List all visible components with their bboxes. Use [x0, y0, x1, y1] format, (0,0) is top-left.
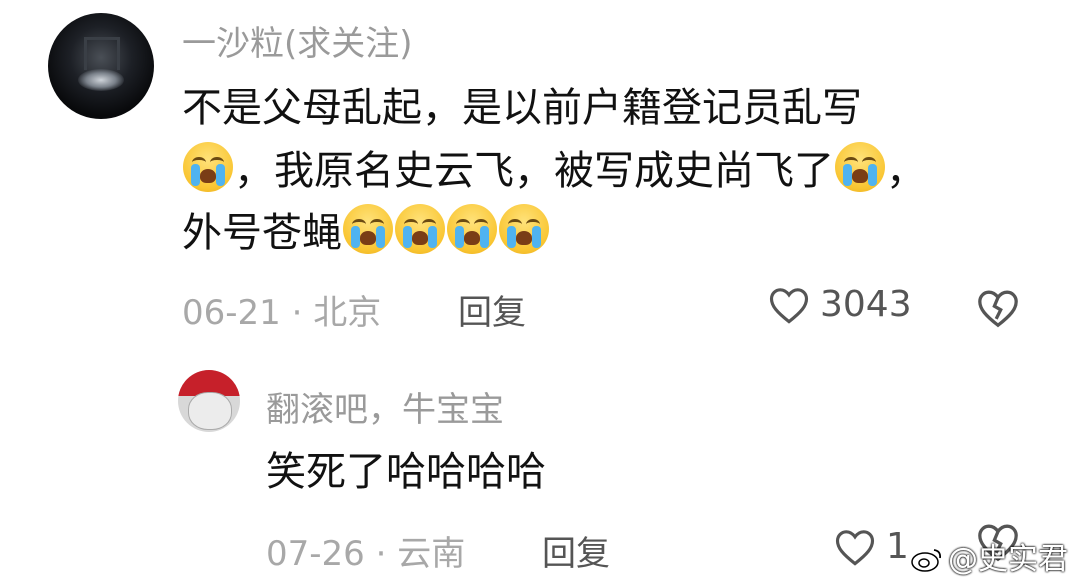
- reply-username[interactable]: 翻滚吧，牛宝宝: [266, 382, 504, 431]
- reply-button[interactable]: 回复: [458, 285, 526, 334]
- crying-emoji-icon: [343, 204, 393, 254]
- avatar-frame: [84, 37, 120, 70]
- like-count: 3043: [820, 284, 912, 325]
- weibo-logo-icon: [910, 545, 944, 573]
- comment-meta: 06-21 · 北京: [182, 293, 382, 333]
- comment-line-2: ，我原名史云飞，被写成史尚飞了 ，: [182, 142, 926, 199]
- reply-content: 笑死了哈哈哈哈: [266, 449, 546, 495]
- reply-like-button[interactable]: 1: [834, 526, 909, 567]
- avatar-face: [188, 392, 232, 430]
- crying-emoji-icon: [395, 204, 445, 254]
- reply-meta: 07-26 · 云南: [266, 534, 466, 574]
- comment-username[interactable]: 一沙粒(求关注): [182, 16, 413, 65]
- reply-like-count: 1: [886, 526, 909, 567]
- crying-emoji-icon: [183, 142, 233, 192]
- comment-line-1: 不是父母乱起，是以前户籍登记员乱写: [182, 85, 862, 131]
- reply-reply-button[interactable]: 回复: [542, 526, 610, 575]
- watermark: @史实君: [910, 534, 1068, 578]
- comment-line-2-end: ，: [886, 148, 926, 194]
- comment-line-3-text: 外号苍蝇: [182, 210, 342, 256]
- comment-line-3: 外号苍蝇: [182, 204, 550, 261]
- avatar-glow: [78, 69, 124, 91]
- avatar[interactable]: [48, 13, 154, 119]
- crying-emoji-icon: [499, 204, 549, 254]
- reply-avatar[interactable]: [178, 370, 240, 432]
- crying-emoji-icon: [447, 204, 497, 254]
- heart-icon: [768, 285, 810, 325]
- watermark-text: @史实君: [948, 542, 1068, 577]
- like-button[interactable]: 3043: [768, 284, 912, 325]
- comment-line-2-text: ，我原名史云飞，被写成史尚飞了: [234, 148, 834, 194]
- heart-icon: [834, 527, 876, 567]
- crying-emoji-icon: [835, 142, 885, 192]
- broken-heart-icon[interactable]: [976, 288, 1020, 328]
